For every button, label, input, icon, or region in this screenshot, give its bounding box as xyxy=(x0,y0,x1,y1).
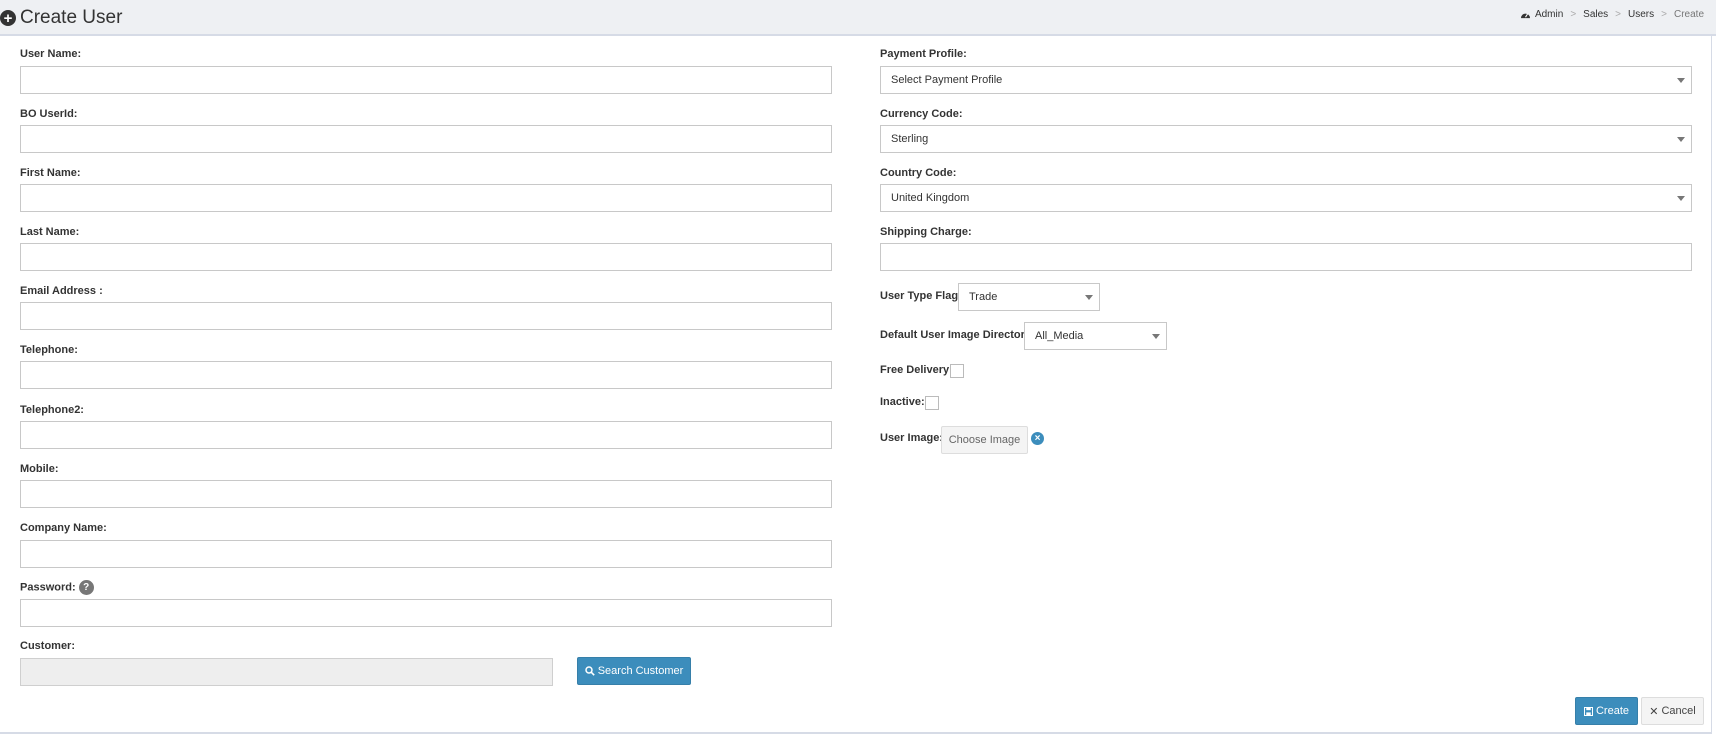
user-type-flag-value: Trade xyxy=(969,291,998,303)
cancel-button-label: Cancel xyxy=(1661,705,1696,717)
choose-image-button[interactable]: Choose Image xyxy=(941,426,1028,454)
first-name-label: First Name: xyxy=(20,167,81,179)
search-icon xyxy=(584,666,595,676)
country-code-select[interactable]: United Kingdom xyxy=(880,184,1692,212)
breadcrumb-create: Create xyxy=(1673,9,1704,20)
shipping-charge-input[interactable] xyxy=(880,243,1692,271)
chevron-down-icon xyxy=(1677,196,1685,201)
inactive-label: Inactive: xyxy=(880,396,925,408)
choose-image-label: Choose Image xyxy=(948,434,1021,446)
currency-code-select[interactable]: Sterling xyxy=(880,125,1692,153)
user-name-label: User Name: xyxy=(20,48,82,60)
mobile-input[interactable] xyxy=(20,480,832,508)
dashboard-icon xyxy=(1520,13,1530,19)
shipping-charge-label: Shipping Charge: xyxy=(880,226,972,238)
free-delivery-checkbox[interactable] xyxy=(950,364,964,378)
user-type-flag-label: User Type Flag: xyxy=(880,290,962,302)
default-image-dir-value: All_Media xyxy=(1035,330,1084,342)
user-type-flag-select[interactable]: Trade xyxy=(958,283,1100,311)
password-label-wrap: Password:? xyxy=(20,580,94,595)
create-button-label: Create xyxy=(1595,705,1630,717)
clear-image-icon[interactable]: × xyxy=(1031,432,1044,445)
last-name-input[interactable] xyxy=(20,243,832,271)
payment-profile-value: Select Payment Profile xyxy=(891,74,1003,86)
breadcrumb-separator: > xyxy=(1615,9,1622,20)
email-label: Email Address : xyxy=(20,285,103,297)
currency-code-label: Currency Code: xyxy=(880,108,963,120)
email-input[interactable] xyxy=(20,302,832,330)
title-wrap: + Create User xyxy=(0,4,122,32)
currency-code-value: Sterling xyxy=(891,133,929,145)
question-icon[interactable]: ? xyxy=(78,580,94,595)
country-code-value: United Kingdom xyxy=(891,192,970,204)
customer-label: Customer: xyxy=(20,640,76,652)
chevron-down-icon xyxy=(1085,295,1093,300)
first-name-input[interactable] xyxy=(20,184,832,212)
payment-profile-select[interactable]: Select Payment Profile xyxy=(880,66,1692,94)
customer-input xyxy=(20,658,553,686)
breadcrumb-admin[interactable]: Admin xyxy=(1535,9,1563,20)
plus-circle-icon: + xyxy=(0,10,16,26)
telephone2-input[interactable] xyxy=(20,421,832,449)
breadcrumb-sales[interactable]: Sales xyxy=(1583,9,1608,20)
telephone-label: Telephone: xyxy=(20,344,78,356)
chevron-down-icon xyxy=(1152,334,1160,339)
bo-userid-input[interactable] xyxy=(20,125,832,153)
free-delivery-label: Free Delivery: xyxy=(880,364,953,376)
breadcrumb-separator: > xyxy=(1661,9,1667,20)
user-name-input[interactable] xyxy=(20,66,832,94)
bo-userid-label: BO UserId: xyxy=(20,108,78,120)
breadcrumb-users[interactable]: Users xyxy=(1628,9,1654,20)
chevron-down-icon xyxy=(1677,78,1685,83)
company-name-label: Company Name: xyxy=(20,522,107,534)
search-customer-label: Search Customer xyxy=(597,665,684,677)
page-title: Create User xyxy=(20,7,123,28)
cancel-button[interactable]: ✕ Cancel xyxy=(1641,697,1704,725)
page-header: + Create User Admin > Sales > Users > Cr… xyxy=(0,0,1716,36)
breadcrumb-separator: > xyxy=(1570,9,1577,20)
create-button[interactable]: Create xyxy=(1575,697,1638,725)
telephone2-label: Telephone2: xyxy=(20,404,84,416)
password-label: Password: xyxy=(20,581,76,594)
default-image-dir-label: Default User Image Directory xyxy=(880,329,1031,341)
company-name-input[interactable] xyxy=(20,540,832,568)
default-image-dir-select[interactable]: All_Media xyxy=(1024,322,1167,350)
search-customer-button[interactable]: Search Customer xyxy=(577,657,691,685)
mobile-label: Mobile: xyxy=(20,463,59,475)
close-icon: ✕ xyxy=(1649,705,1659,718)
save-icon xyxy=(1583,706,1593,716)
last-name-label: Last Name: xyxy=(20,226,80,238)
chevron-down-icon xyxy=(1677,137,1685,142)
telephone-input[interactable] xyxy=(20,361,832,389)
breadcrumb: Admin > Sales > Users > Create xyxy=(1520,9,1704,20)
frame-border-bottom xyxy=(0,732,1712,734)
country-code-label: Country Code: xyxy=(880,167,957,179)
frame-border-right xyxy=(1711,36,1712,732)
inactive-checkbox[interactable] xyxy=(925,396,939,410)
password-input[interactable] xyxy=(20,599,832,627)
payment-profile-label: Payment Profile: xyxy=(880,48,967,60)
user-image-label: User Image: xyxy=(880,432,943,444)
